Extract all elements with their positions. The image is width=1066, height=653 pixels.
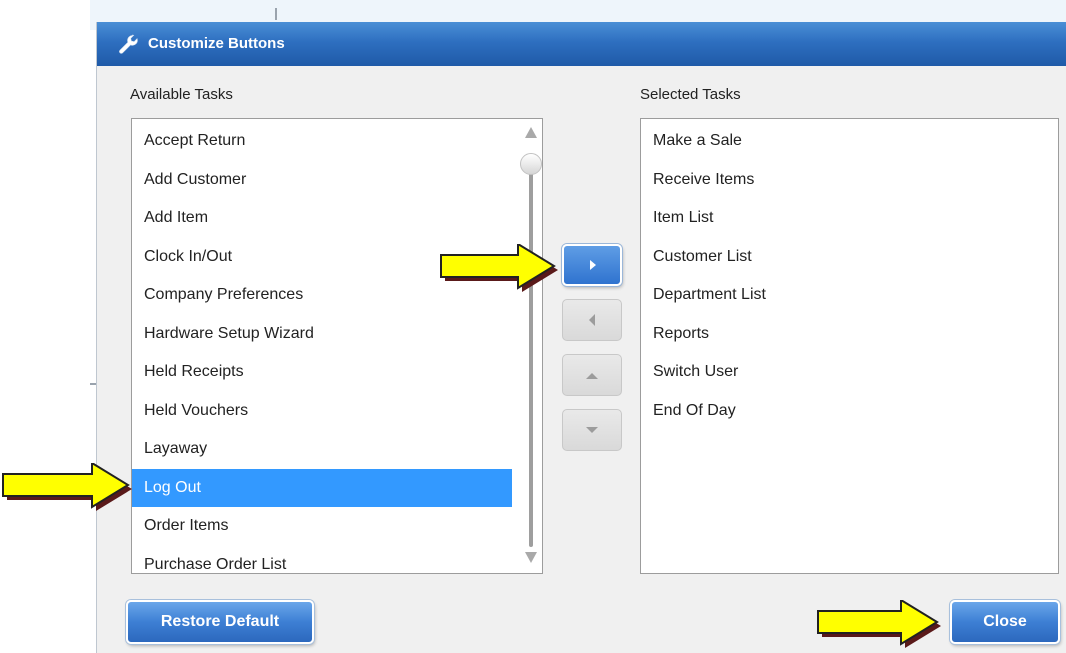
selected-tasks-label: Selected Tasks bbox=[640, 86, 741, 103]
available-task-list-item[interactable]: Purchase Order List bbox=[132, 546, 512, 574]
available-task-list-item[interactable]: Add Customer bbox=[132, 161, 512, 199]
restore-default-button[interactable]: Restore Default bbox=[126, 600, 314, 644]
available-task-list-item[interactable]: Log Out bbox=[132, 468, 512, 507]
available-task-list-item[interactable]: Hardware Setup Wizard bbox=[132, 315, 512, 353]
available-tasks-scrollbar[interactable] bbox=[520, 119, 542, 573]
move-up-button[interactable] bbox=[562, 354, 622, 396]
available-task-list-item[interactable]: Order Items bbox=[132, 507, 512, 545]
arrow-left-icon bbox=[589, 314, 595, 326]
scroll-up-arrow-icon[interactable] bbox=[525, 127, 537, 138]
selected-task-list-item[interactable]: Make a Sale bbox=[641, 122, 1058, 160]
move-down-button[interactable] bbox=[562, 409, 622, 451]
available-task-list-item[interactable]: Add Item bbox=[132, 199, 512, 237]
selected-task-list-item[interactable]: Reports bbox=[641, 315, 1058, 353]
remove-left-button[interactable] bbox=[562, 299, 622, 341]
background-divider bbox=[275, 8, 277, 20]
close-button[interactable]: Close bbox=[950, 600, 1060, 644]
scroll-track[interactable] bbox=[529, 157, 533, 547]
callout-arrow-icon bbox=[440, 244, 558, 292]
selected-task-list-item[interactable]: Customer List bbox=[641, 238, 1058, 276]
available-task-list-item[interactable]: Held Vouchers bbox=[132, 392, 512, 430]
customize-buttons-dialog: Customize Buttons Available Tasks Select… bbox=[96, 22, 1066, 653]
available-tasks-list[interactable]: Accept Return Add Customer Add Item Clock I… bbox=[131, 118, 543, 574]
callout-arrow-icon bbox=[2, 463, 132, 511]
selected-task-list-item[interactable]: Item List bbox=[641, 199, 1058, 237]
selected-task-list-item[interactable]: Department List bbox=[641, 276, 1058, 314]
wrench-icon bbox=[119, 34, 138, 54]
available-tasks-label: Available Tasks bbox=[130, 86, 233, 103]
available-task-list-item[interactable]: Layaway bbox=[132, 430, 512, 468]
dialog-titlebar: Customize Buttons bbox=[97, 22, 1066, 66]
selected-task-list-item[interactable]: Receive Items bbox=[641, 161, 1058, 199]
arrow-down-icon bbox=[586, 427, 598, 433]
available-task-list-item[interactable]: Held Receipts bbox=[132, 353, 512, 391]
scroll-thumb[interactable] bbox=[520, 153, 542, 175]
callout-arrow-icon bbox=[817, 600, 941, 648]
available-task-list-item[interactable]: Accept Return bbox=[132, 122, 512, 160]
arrow-up-icon bbox=[586, 373, 598, 379]
selected-task-list-item[interactable]: Switch User bbox=[641, 353, 1058, 391]
arrow-right-icon bbox=[590, 260, 596, 270]
scroll-down-arrow-icon[interactable] bbox=[525, 552, 537, 563]
selected-task-list-item[interactable]: End Of Day bbox=[641, 392, 1058, 430]
selected-tasks-list[interactable]: Make a Sale Receive Items Item List Custome… bbox=[640, 118, 1059, 574]
add-right-button[interactable] bbox=[562, 244, 622, 286]
dialog-title: Customize Buttons bbox=[148, 35, 285, 52]
